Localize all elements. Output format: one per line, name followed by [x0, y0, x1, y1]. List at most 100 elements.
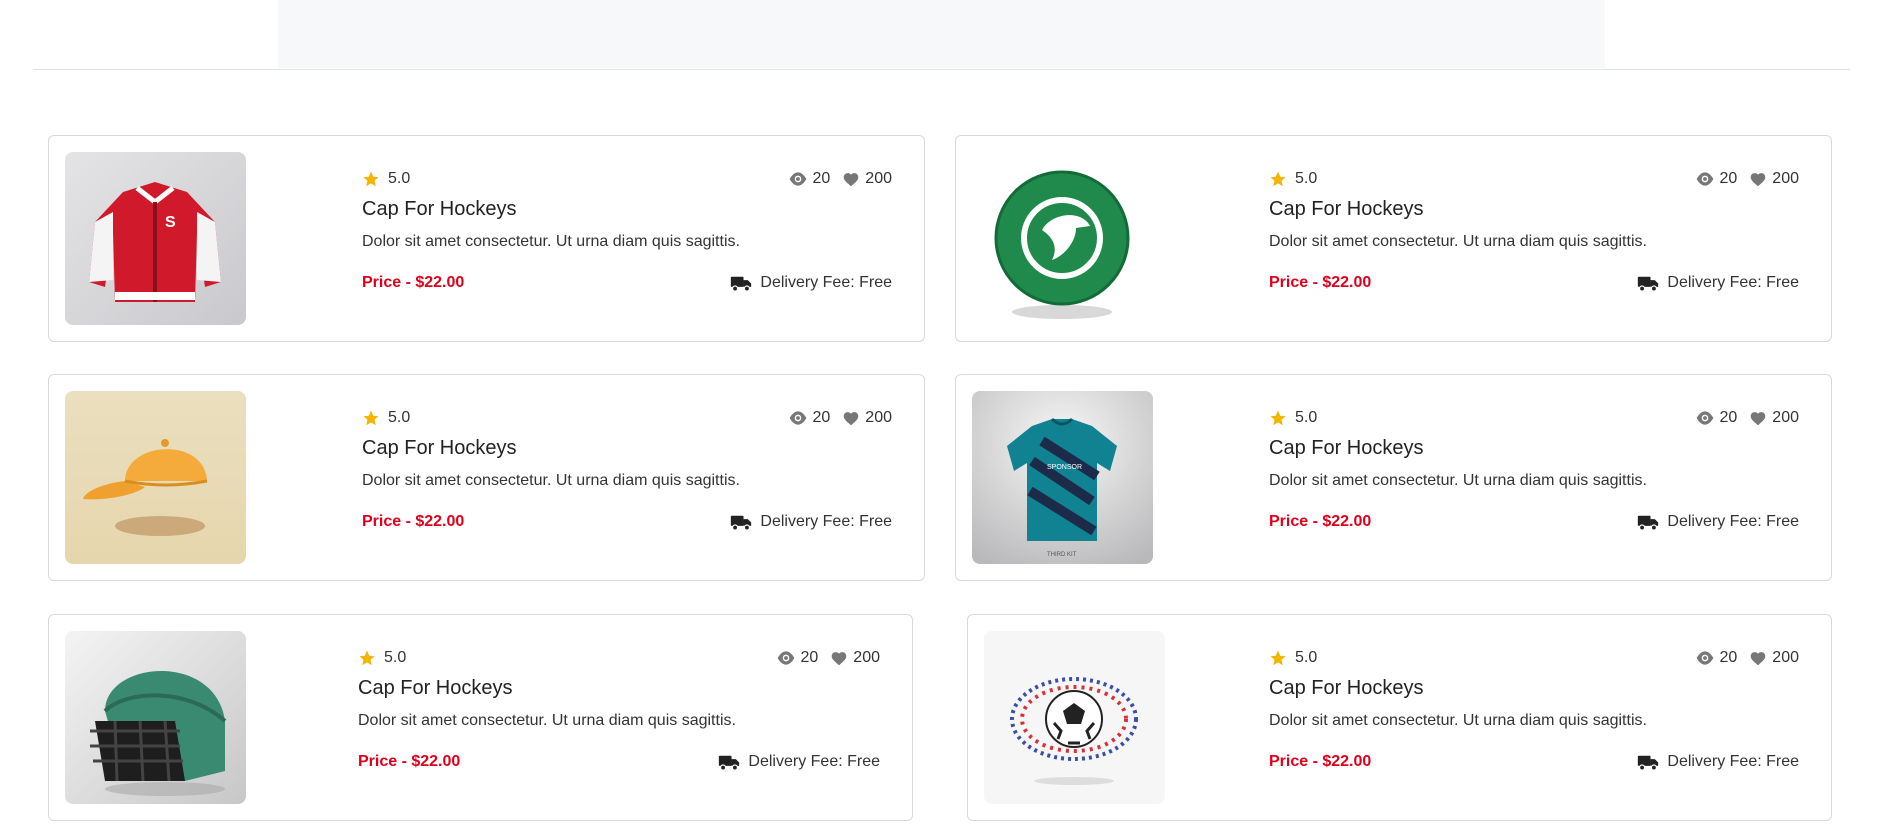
likes-stat[interactable]: 200 — [830, 649, 880, 667]
delivery-info: Delivery Fee: Free — [730, 274, 892, 292]
product-stats: 20 200 — [1695, 649, 1799, 667]
heart-icon[interactable] — [1749, 650, 1767, 666]
eye-icon — [788, 171, 808, 187]
product-title[interactable]: Cap For Hockeys — [362, 198, 517, 221]
views-count: 20 — [1719, 409, 1738, 426]
product-card[interactable]: 5.0 20 200 Cap For Hockeys Dolor sit ame… — [48, 614, 913, 821]
truck-icon — [1637, 754, 1659, 771]
likes-stat[interactable]: 200 — [1749, 409, 1799, 427]
product-image-orange-cap[interactable] — [65, 391, 246, 564]
product-description: Dolor sit amet consectetur. Ut urna diam… — [362, 472, 740, 489]
likes-count: 200 — [1772, 409, 1799, 426]
likes-stat[interactable]: 200 — [1749, 649, 1799, 667]
product-stats: 20 200 — [1695, 170, 1799, 188]
product-image-green-hockey-helmet[interactable] — [65, 631, 246, 804]
delivery-info: Delivery Fee: Free — [1637, 513, 1799, 531]
product-title[interactable]: Cap For Hockeys — [362, 437, 517, 460]
product-description: Dolor sit amet consectetur. Ut urna diam… — [358, 712, 736, 729]
delivery-fee: Delivery Fee: Free — [748, 753, 880, 770]
product-listing-page: S 5.0 20 200 Cap For Hockeys Dolor sit a… — [0, 0, 1882, 839]
product-image-teal-football-jersey[interactable]: SPONSOR THIRD KIT — [972, 391, 1153, 564]
eye-icon — [1695, 410, 1715, 426]
svg-text:S: S — [165, 214, 176, 231]
rating: 5.0 — [362, 170, 410, 188]
product-card[interactable]: 5.0 20 200 Cap For Hockeys Dolor sit ame… — [955, 135, 1832, 342]
star-icon — [362, 409, 380, 427]
product-card[interactable]: S 5.0 20 200 Cap For Hockeys Dolor sit a… — [48, 135, 925, 342]
truck-icon — [1637, 275, 1659, 292]
rating: 5.0 — [1269, 409, 1317, 427]
delivery-info: Delivery Fee: Free — [730, 513, 892, 531]
delivery-fee: Delivery Fee: Free — [1667, 513, 1799, 530]
star-icon — [1269, 170, 1287, 188]
svg-text:THIRD KIT: THIRD KIT — [1047, 552, 1077, 558]
heart-icon[interactable] — [842, 410, 860, 426]
truck-icon — [730, 514, 752, 531]
product-price: Price - $22.00 — [1269, 753, 1372, 770]
product-price: Price - $22.00 — [1269, 274, 1372, 291]
star-icon — [1269, 409, 1287, 427]
product-stats: 20 200 — [788, 170, 892, 188]
views-stat: 20 — [1695, 409, 1738, 427]
product-title[interactable]: Cap For Hockeys — [1269, 677, 1424, 700]
rating-value: 5.0 — [1295, 170, 1318, 187]
product-description: Dolor sit amet consectetur. Ut urna diam… — [1269, 233, 1647, 250]
product-card[interactable]: SPONSOR THIRD KIT 5.0 20 200 Cap For Hoc… — [955, 374, 1832, 581]
product-price: Price - $22.00 — [358, 753, 461, 770]
rating: 5.0 — [1269, 170, 1317, 188]
rating-value: 5.0 — [384, 649, 407, 666]
product-description: Dolor sit amet consectetur. Ut urna diam… — [362, 233, 740, 250]
product-title[interactable]: Cap For Hockeys — [1269, 437, 1424, 460]
views-count: 20 — [1719, 649, 1738, 666]
truck-icon — [730, 275, 752, 292]
truck-icon — [1637, 514, 1659, 531]
delivery-fee: Delivery Fee: Free — [760, 513, 892, 530]
section-divider — [33, 69, 1850, 70]
heart-icon[interactable] — [830, 650, 848, 666]
delivery-fee: Delivery Fee: Free — [1667, 274, 1799, 291]
views-stat: 20 — [1695, 649, 1738, 667]
eye-icon — [788, 410, 808, 426]
product-title[interactable]: Cap For Hockeys — [1269, 198, 1424, 221]
product-image-soccer-ball-splash[interactable] — [984, 631, 1165, 804]
likes-count: 200 — [865, 170, 892, 187]
delivery-fee: Delivery Fee: Free — [1667, 753, 1799, 770]
header-band — [278, 0, 1605, 68]
delivery-fee: Delivery Fee: Free — [760, 274, 892, 291]
views-stat: 20 — [788, 409, 831, 427]
views-stat: 20 — [788, 170, 830, 188]
eye-icon — [1695, 650, 1715, 666]
views-count: 20 — [812, 409, 831, 426]
product-card[interactable]: 5.0 20 200 Cap For Hockeys Dolor sit ame… — [48, 374, 925, 581]
views-count: 20 — [800, 649, 819, 666]
likes-stat[interactable]: 200 — [842, 409, 892, 427]
rating-value: 5.0 — [388, 170, 411, 187]
likes-stat[interactable]: 200 — [1749, 170, 1799, 188]
svg-text:SPONSOR: SPONSOR — [1047, 464, 1082, 471]
star-icon — [1269, 649, 1287, 667]
rating: 5.0 — [358, 649, 406, 667]
likes-count: 200 — [1772, 170, 1799, 187]
heart-icon[interactable] — [1749, 171, 1767, 187]
rating-value: 5.0 — [1295, 649, 1318, 666]
product-image-green-soccer-ball[interactable] — [972, 152, 1153, 325]
product-description: Dolor sit amet consectetur. Ut urna diam… — [1269, 712, 1647, 729]
product-card[interactable]: 5.0 20 200 Cap For Hockeys Dolor sit ame… — [967, 614, 1832, 821]
heart-icon[interactable] — [1749, 410, 1767, 426]
rating: 5.0 — [1269, 649, 1317, 667]
views-stat: 20 — [776, 649, 819, 667]
heart-icon[interactable] — [842, 171, 860, 187]
star-icon — [362, 170, 380, 188]
rating: 5.0 — [362, 409, 410, 427]
likes-stat[interactable]: 200 — [842, 170, 892, 188]
product-image-red-varsity-jacket[interactable]: S — [65, 152, 246, 325]
likes-count: 200 — [865, 409, 892, 426]
product-description: Dolor sit amet consectetur. Ut urna diam… — [1269, 472, 1647, 489]
product-stats: 20 200 — [788, 409, 892, 427]
product-stats: 20 200 — [1695, 409, 1799, 427]
product-title[interactable]: Cap For Hockeys — [358, 677, 513, 700]
rating-value: 5.0 — [1295, 409, 1318, 426]
likes-count: 200 — [1772, 649, 1799, 666]
views-count: 20 — [1719, 170, 1738, 187]
product-price: Price - $22.00 — [1269, 513, 1372, 530]
